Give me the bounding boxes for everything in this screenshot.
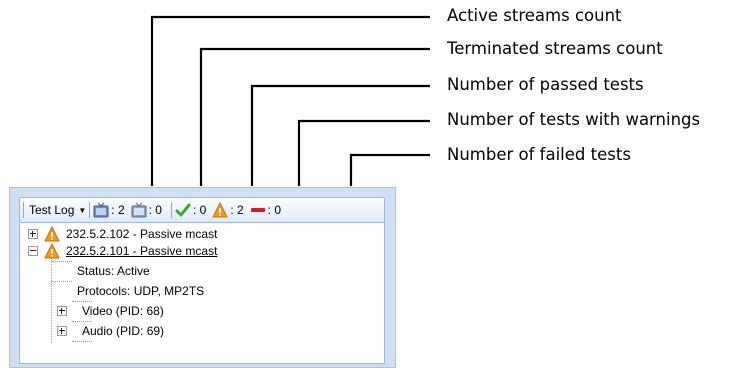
tree-node-label: 232.5.2.101 - Passive mcast [66, 244, 218, 258]
test-log-dropdown-label: Test Log [29, 203, 75, 217]
warning-icon [44, 243, 60, 259]
test-log-panel: Test Log ▼ : 2 : 0: 0: 2: 0 232.5.2.1… [9, 187, 396, 368]
tree-node-label: Protocols: UDP, MP2TS [77, 284, 205, 298]
warning-tests-counter[interactable]: : 2 [212, 202, 244, 218]
tree-node-label: Status: Active [77, 264, 150, 278]
tree-connector [52, 261, 72, 262]
tree-node-status[interactable]: Status: Active [77, 263, 150, 279]
warning-tests-count: : 2 [230, 203, 244, 217]
tree-connector [51, 253, 52, 343]
callout-line-passed-tests [250, 84, 430, 186]
chevron-down-icon: ▼ [78, 205, 87, 215]
tree-connector [72, 321, 92, 322]
callout-warnings: Number of tests with warnings [447, 110, 701, 129]
callout-passed-tests: Number of passed tests [447, 75, 644, 94]
tree-connector [72, 301, 92, 302]
check-icon [175, 203, 191, 217]
terminated-stream-icon [131, 202, 147, 218]
callout-failed-tests: Number of failed tests [447, 145, 631, 164]
expand-icon[interactable] [57, 326, 67, 336]
toolbar-separator [23, 202, 24, 218]
active-stream-icon [93, 202, 109, 218]
tree-node-video[interactable]: Video (PID: 68) [57, 303, 164, 319]
collapse-icon[interactable] [28, 246, 38, 256]
warning-icon [212, 202, 229, 218]
expand-icon[interactable] [28, 229, 38, 239]
passed-tests-count: : 0 [192, 203, 207, 217]
tree-node-label: Audio (PID: 69) [82, 324, 165, 338]
tree-node-stream-101[interactable]: 232.5.2.101 - Passive mcast [28, 243, 217, 259]
expand-icon[interactable] [57, 306, 67, 316]
passed-tests-counter[interactable]: : 0 [175, 202, 206, 218]
tree-node-stream-102[interactable]: 232.5.2.102 - Passive mcast [28, 226, 217, 242]
tree-node-label: Video (PID: 68) [82, 304, 164, 318]
failed-tests-counter[interactable]: : 0 [250, 202, 281, 218]
active-streams-counter[interactable]: : 2 [93, 202, 125, 218]
tree-connector [72, 341, 92, 342]
toolbar: Test Log ▼ : 2 : 0: 0: 2: 0 [19, 197, 385, 223]
callout-line-warnings [297, 119, 430, 186]
callout-terminated-streams: Terminated streams count [447, 39, 663, 58]
callout-active-streams: Active streams count [447, 6, 622, 25]
callout-line-failed-tests [349, 153, 430, 186]
tree-node-protocols[interactable]: Protocols: UDP, MP2TS [77, 283, 204, 299]
tree-node-label: 232.5.2.102 - Passive mcast [66, 227, 218, 241]
failed-icon [250, 208, 265, 212]
tree-node-audio[interactable]: Audio (PID: 69) [57, 323, 164, 339]
failed-tests-count: : 0 [267, 203, 282, 217]
terminated-streams-count: : 0 [148, 203, 162, 217]
test-log-dropdown[interactable]: Test Log ▼ [29, 203, 86, 217]
warning-icon [44, 226, 60, 242]
terminated-streams-counter[interactable]: : 0 [131, 202, 162, 218]
callout-line-active-streams [150, 15, 430, 186]
callout-line-terminated-streams [199, 47, 430, 186]
tree-connector [52, 281, 72, 282]
toolbar-separator [89, 202, 91, 218]
toolbar-separator [170, 202, 172, 218]
stream-tree: 232.5.2.102 - Passive mcast 232.5.2.101 … [19, 223, 385, 364]
active-streams-count: : 2 [111, 203, 125, 217]
